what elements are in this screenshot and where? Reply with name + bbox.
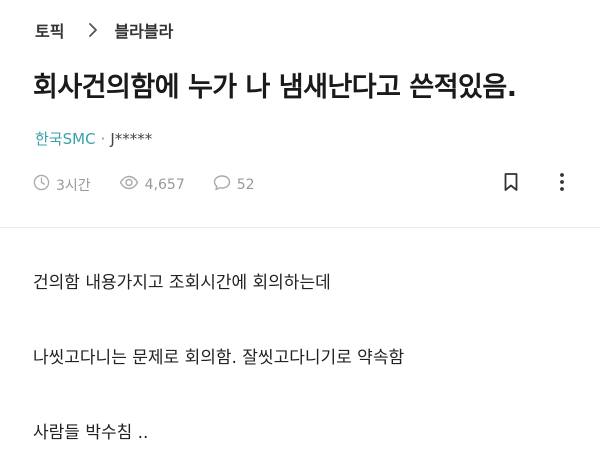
post-body: 건의함 내용가지고 조회시간에 회의하는데 나씻고다니는 문제로 회의함. 잘씻… bbox=[33, 268, 404, 443]
post-body-line: 건의함 내용가지고 조회시간에 회의하는데 bbox=[33, 273, 331, 293]
post-time: 3시간 bbox=[33, 174, 91, 195]
post-views: 4,657 bbox=[119, 174, 185, 195]
author-separator: · bbox=[100, 129, 106, 148]
post-meta: 3시간 4,657 52 bbox=[33, 174, 283, 195]
more-vertical-icon bbox=[559, 172, 565, 196]
clock-icon bbox=[33, 174, 56, 195]
post-title: 회사건의함에 누가 나 냄새난다고 쓴적있음. bbox=[33, 72, 517, 103]
bookmark-icon bbox=[502, 172, 520, 196]
author-info: 한국SMC · J***** bbox=[35, 128, 152, 149]
post-comments[interactable]: 52 bbox=[213, 174, 255, 195]
post-body-line: 사람들 박수침 .. bbox=[33, 423, 149, 443]
header-divider bbox=[0, 227, 600, 228]
breadcrumb-topic-link[interactable]: 토픽 bbox=[35, 18, 64, 42]
author-company-link[interactable]: 한국SMC bbox=[35, 128, 96, 149]
breadcrumb-board-link[interactable]: 블라블라 bbox=[114, 18, 173, 42]
post-comments-count: 52 bbox=[236, 176, 255, 193]
breadcrumb: 토픽 블라블라 bbox=[35, 18, 173, 42]
post-actions bbox=[499, 172, 574, 196]
more-options-button[interactable] bbox=[550, 172, 574, 196]
comment-bubble-icon bbox=[213, 174, 237, 195]
author-name: J***** bbox=[110, 129, 153, 148]
post-views-count: 4,657 bbox=[144, 176, 185, 193]
post-page: 토픽 블라블라 회사건의함에 누가 나 냄새난다고 쓴적있음. 한국SMC · … bbox=[0, 0, 600, 471]
eye-icon bbox=[119, 174, 145, 195]
bookmark-button[interactable] bbox=[499, 172, 523, 196]
post-body-line: 나씻고다니는 문제로 회의함. 잘씻고다니기로 약속함 bbox=[33, 348, 405, 368]
chevron-right-icon bbox=[84, 21, 102, 39]
post-time-text: 3시간 bbox=[56, 177, 91, 194]
